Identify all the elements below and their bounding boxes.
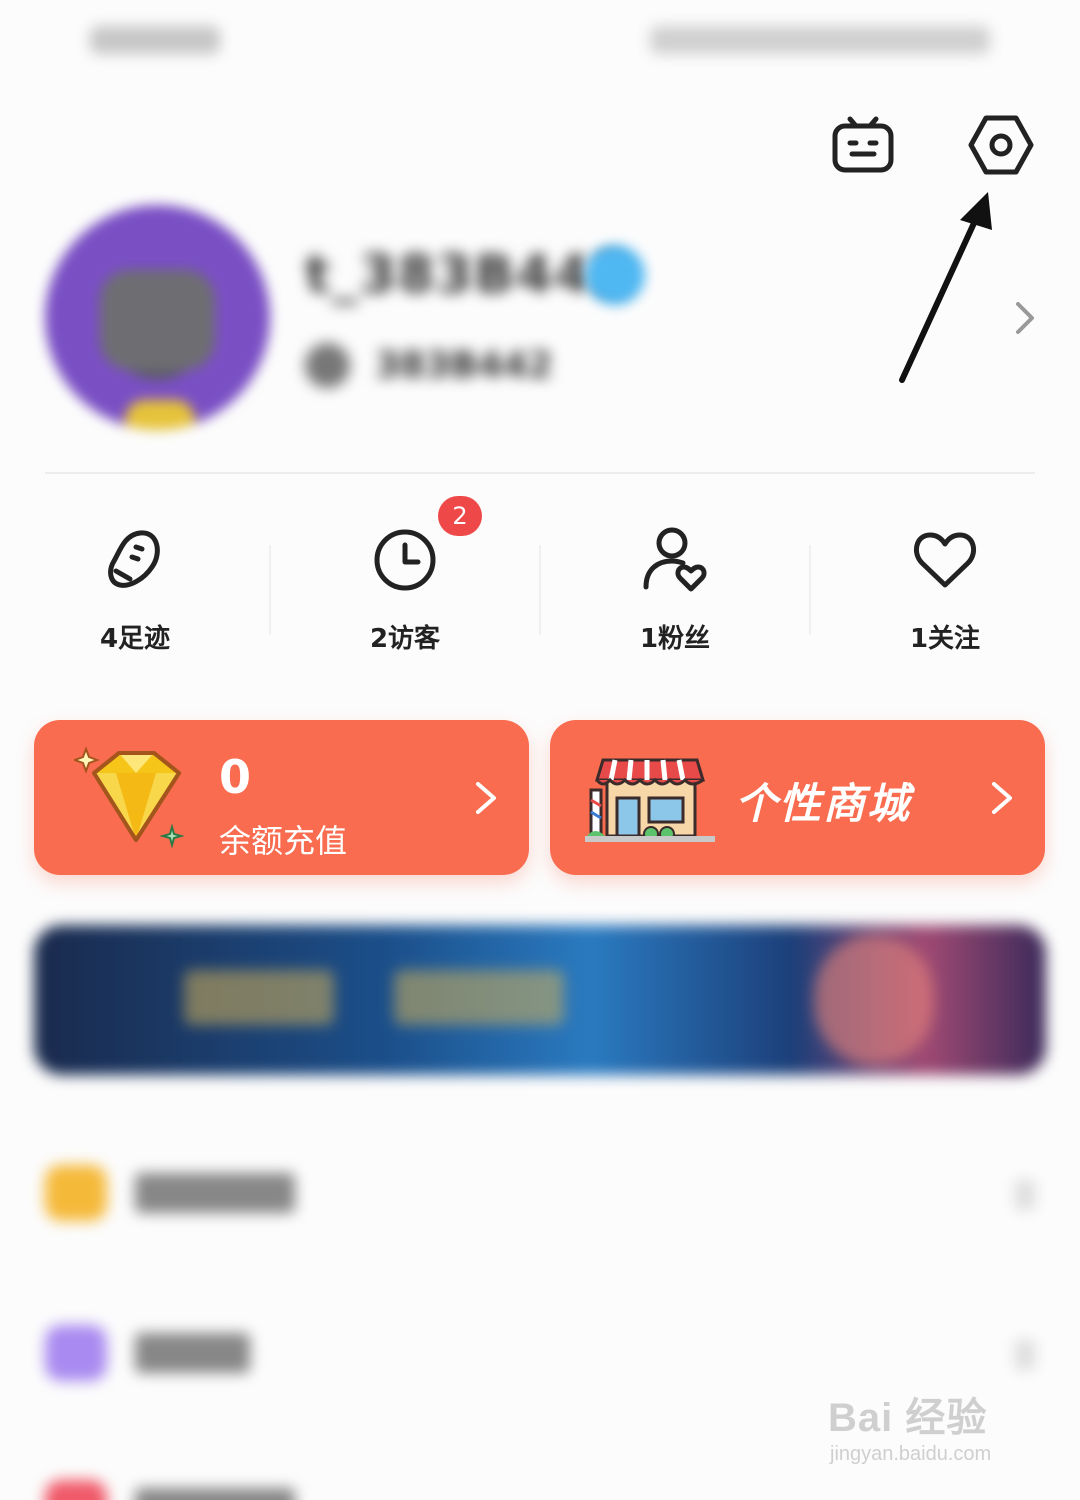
uid-row: 383B442 — [305, 340, 553, 390]
uid-text: 383B442 — [375, 344, 553, 386]
stat-divider — [809, 545, 811, 635]
stat-footprint[interactable]: 4足迹 — [0, 500, 270, 670]
stat-fans[interactable]: 1粉丝 — [540, 500, 810, 670]
visitor-badge: 2 — [438, 496, 482, 536]
menu-item[interactable] — [0, 1135, 1080, 1245]
heart-icon — [913, 532, 977, 588]
menu-item-label — [135, 1333, 250, 1373]
footprint-icon — [108, 530, 160, 588]
stat-fans-label: 1粉丝 — [639, 624, 711, 654]
mall-title: 个性商城 — [735, 779, 912, 828]
menu-item-icon — [45, 1480, 107, 1500]
avatar[interactable] — [45, 205, 270, 430]
stat-visitors-label: 2访客 — [369, 624, 441, 654]
balance-value: 0 — [219, 750, 252, 804]
promo-banner[interactable] — [34, 925, 1046, 1075]
chevron-right-icon — [992, 782, 1012, 814]
bilibili-tv-icon[interactable] — [828, 110, 898, 180]
stat-following[interactable]: 1关注 — [810, 500, 1080, 670]
settings-icon[interactable] — [966, 110, 1036, 180]
mall-card[interactable]: 个性商城 — [550, 720, 1045, 875]
profile-header[interactable]: t_383B442 383B442 — [0, 190, 1080, 460]
menu-item-icon — [45, 1325, 107, 1381]
menu-item-label — [135, 1173, 295, 1213]
diamond-icon — [74, 746, 185, 849]
divider — [45, 472, 1035, 474]
status-bar-indicators — [650, 26, 990, 54]
chevron-right-icon — [1015, 1180, 1035, 1210]
balance-card[interactable]: 0 余额充值 — [34, 720, 529, 875]
status-bar-time — [90, 26, 220, 54]
shop-icon — [585, 758, 715, 842]
chevron-right-icon[interactable] — [1010, 298, 1040, 338]
baidu-watermark: Bai 经验 jingyan.baidu.com — [828, 1385, 1028, 1485]
fans-icon — [643, 527, 707, 592]
username: t_383B442 — [305, 245, 631, 305]
stat-visitors[interactable]: 2访客 — [270, 500, 540, 670]
watermark-title: Bai 经验 — [828, 1396, 988, 1440]
balance-label: 余额充值 — [219, 822, 348, 860]
stat-divider — [539, 545, 541, 635]
status-bar — [0, 0, 1080, 90]
clock-icon — [374, 529, 436, 591]
menu-item-label — [135, 1488, 295, 1500]
watermark-subtitle: jingyan.baidu.com — [830, 1443, 992, 1465]
verified-icon — [585, 245, 645, 305]
menu-item-icon — [45, 1165, 107, 1221]
chevron-right-icon — [1015, 1340, 1035, 1370]
chevron-right-icon — [476, 782, 496, 814]
stat-divider — [269, 545, 271, 635]
uid-icon — [305, 342, 350, 388]
stat-footprint-label: 4足迹 — [99, 624, 171, 654]
stat-following-label: 1关注 — [909, 624, 981, 654]
